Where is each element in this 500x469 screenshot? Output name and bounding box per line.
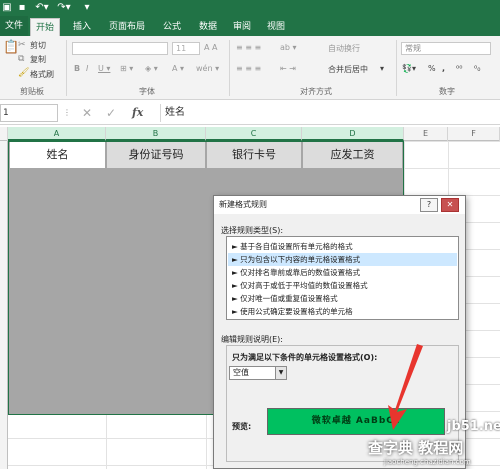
watermark-url: jiaocheng.chazidian.com: [384, 458, 471, 466]
excel-window: ▣ ▪ ↶▾ ↷▾ ▾ 文件 开始 插入 页面布局 公式 数据 审阅 视图 📋 …: [0, 0, 500, 469]
watermark-title: 查字典 教程网: [368, 439, 464, 457]
watermark-site: jb51.net: [447, 419, 500, 434]
red-arrow-annotation: [388, 344, 423, 430]
